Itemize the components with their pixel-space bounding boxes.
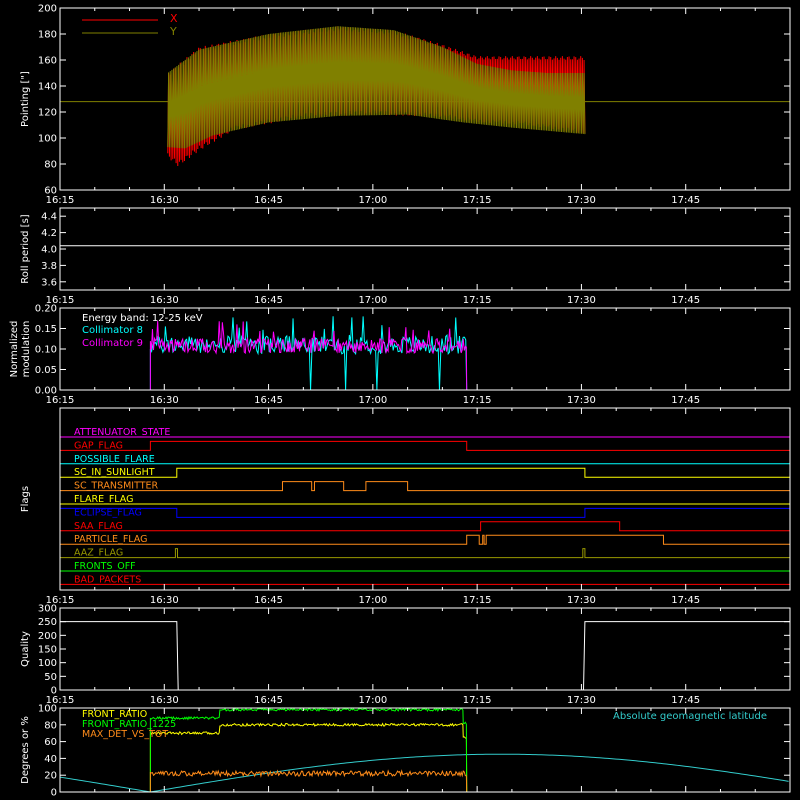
modulation-y-tick-label: 0.10 (35, 345, 57, 356)
flag-label: ECLIPSE_FLAG (74, 507, 142, 518)
roll-y-tick-label: 4.0 (41, 245, 57, 256)
pointing-time-tick-label: 17:00 (358, 195, 387, 206)
flag-label: SC_IN_SUNLIGHT (74, 467, 155, 478)
ratios-y-tick-label: 100 (38, 704, 57, 715)
energy-band-label: Energy band: 12-25 keV (82, 313, 203, 324)
quality-time-tick-label: 16:45 (254, 695, 283, 706)
modulation-time-tick-label: 16:30 (150, 395, 179, 406)
roll-y-tick-label: 4.4 (41, 212, 57, 223)
roll-time-tick-label: 17:30 (567, 295, 596, 306)
modulation-y-tick-label: 0.05 (35, 365, 57, 376)
quality-y-tick-label: 250 (38, 617, 57, 628)
legend-geomagnetic-latitude: Absolute geomagnetic latitude (613, 711, 767, 722)
flag-label: FRONTS_OFF (74, 561, 136, 572)
pointing-y-tick-label: 100 (38, 134, 57, 145)
roll-time-tick-label: 17:00 (358, 295, 387, 306)
quality-time-tick-label: 17:30 (567, 695, 596, 706)
modulation-time-tick-label: 17:15 (463, 395, 492, 406)
pointing-y-tick-label: 140 (38, 82, 57, 93)
flag-label: AAZ_FLAG (74, 548, 123, 559)
quality-time-tick-label: 16:30 (150, 695, 179, 706)
modulation-y-axis-label: Normalized (9, 321, 20, 378)
modulation-y-axis-label: modulation (21, 321, 32, 378)
quality-time-tick-label: 17:00 (358, 695, 387, 706)
pointing-time-tick-label: 16:30 (150, 195, 179, 206)
flag-label: GAP_FLAG (74, 440, 123, 451)
roll-time-tick-label: 16:30 (150, 295, 179, 306)
pointing-y-tick-label: 120 (38, 108, 57, 119)
pointing-y-tick-label: 80 (44, 160, 57, 171)
ratios-y-tick-label: 0 (51, 788, 57, 799)
flags-time-tick-label: 17:15 (463, 595, 492, 606)
ratios-y-tick-label: 60 (44, 737, 57, 748)
flag-label: BAD_PACKETS (74, 574, 141, 585)
flags-time-tick-label: 17:00 (358, 595, 387, 606)
pointing-y-tick-label: 60 (44, 186, 57, 197)
modulation-y-tick-label: 0.00 (35, 386, 57, 397)
quality-y-tick-label: 0 (51, 686, 57, 697)
flag-label: SAA_FLAG (74, 521, 123, 532)
modulation-y-tick-label: 0.20 (35, 304, 57, 315)
quality-y-tick-label: 300 (38, 604, 57, 615)
flags-time-tick-label: 16:45 (254, 595, 283, 606)
roll-y-axis-label: Roll period [s] (20, 214, 31, 283)
roll-y-tick-label: 3.8 (41, 261, 57, 272)
quality-y-tick-label: 100 (38, 658, 57, 669)
legend-collimator-8: Collimator 8 (82, 325, 143, 336)
pointing-y-tick-label: 200 (38, 4, 57, 15)
quality-time-tick-label: 17:15 (463, 695, 492, 706)
pointing-y-tick-label: 180 (38, 30, 57, 41)
roll-time-tick-label: 16:45 (254, 295, 283, 306)
flags-time-tick-label: 16:30 (150, 595, 179, 606)
roll-y-tick-label: 4.2 (41, 228, 57, 239)
modulation-time-tick-label: 16:15 (46, 395, 75, 406)
pointing-y-tick-label: 160 (38, 56, 57, 67)
flag-label: FLARE_FLAG (74, 494, 134, 505)
pointing-time-tick-label: 16:45 (254, 195, 283, 206)
flags-time-tick-label: 17:45 (671, 595, 700, 606)
roll-time-tick-label: 17:15 (463, 295, 492, 306)
flag-label: SC_TRANSMITTER (74, 481, 159, 492)
stage: 16:15 16:30 16:45 17:00 17:15 17:30 17:45 60 80 1… (0, 0, 800, 800)
quality-y-tick-label: 50 (44, 672, 57, 683)
flag-label: PARTICLE_FLAG (74, 534, 147, 545)
modulation-time-tick-label: 16:45 (254, 395, 283, 406)
quality-y-tick-label: 200 (38, 631, 57, 642)
quality-y-axis-label: Quality (20, 631, 31, 667)
legend-x-label: X (170, 12, 178, 25)
pointing-time-tick-label: 17:30 (567, 195, 596, 206)
ratios-y-axis-label: Degrees or % (20, 716, 31, 784)
flags-y-axis-label: Flags (20, 486, 31, 512)
modulation-time-tick-label: 17:45 (671, 395, 700, 406)
flag-label: ATTENUATOR_STATE (74, 427, 170, 438)
legend-y-label: Y (169, 25, 177, 38)
modulation-time-tick-label: 17:00 (358, 395, 387, 406)
quality-y-tick-label: 150 (38, 645, 57, 656)
flag-label: POSSIBLE_FLARE (74, 454, 155, 465)
pointing-time-tick-label: 16:15 (46, 195, 75, 206)
pointing-y-axis-label: Pointing ["] (20, 71, 31, 127)
ratios-y-tick-label: 20 (44, 771, 57, 782)
pointing-time-tick-label: 17:15 (463, 195, 492, 206)
legend-collimator-9: Collimator 9 (82, 338, 143, 349)
pointing-time-tick-label: 17:45 (671, 195, 700, 206)
roll-y-tick-label: 3.6 (41, 277, 57, 288)
ratios-y-tick-label: 80 (44, 720, 57, 731)
flags-time-tick-label: 17:30 (567, 595, 596, 606)
roll-time-tick-label: 17:45 (671, 295, 700, 306)
ratios-y-tick-label: 40 (44, 754, 57, 765)
quality-time-tick-label: 17:45 (671, 695, 700, 706)
modulation-time-tick-label: 17:30 (567, 395, 596, 406)
legend-max-det-vs-tot: MAX_DET_VS_TOT (82, 729, 168, 740)
modulation-y-tick-label: 0.15 (35, 324, 57, 335)
